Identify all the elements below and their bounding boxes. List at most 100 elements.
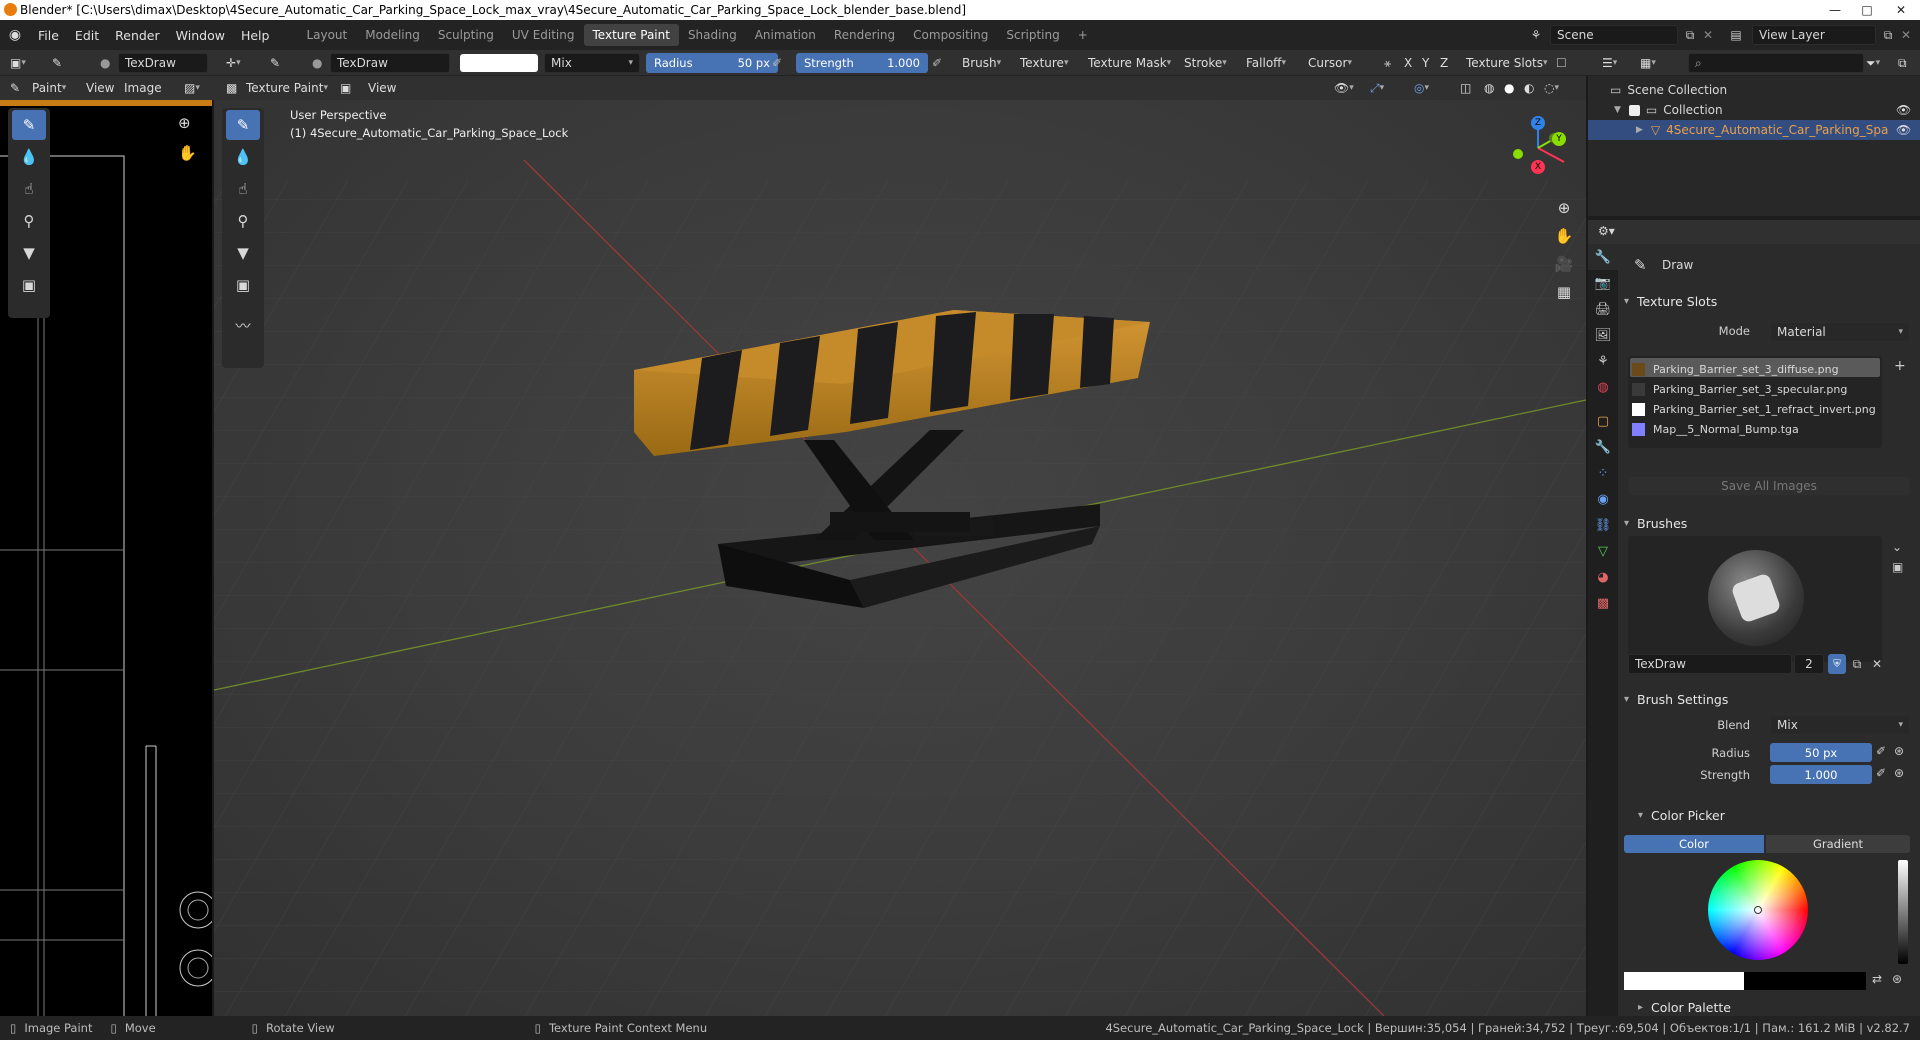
brush-list-expand-icon[interactable]: ⌄ <box>1892 540 1902 554</box>
mask-tool-icon[interactable]: ▣ <box>226 270 260 300</box>
img-draw-tool-icon[interactable]: ✎ <box>12 110 46 140</box>
texture-slot-item[interactable]: Map__5_Normal_Bump.tga <box>1632 420 1878 438</box>
slot-mode-dropdown[interactable]: Material <box>1770 322 1910 342</box>
tab-shading[interactable]: Shading <box>679 24 746 46</box>
new-view-layer-icon[interactable]: ⧉ <box>1878 25 1898 45</box>
outliner-search-input[interactable]: ⌕ <box>1688 53 1864 73</box>
vp-blend-dropdown[interactable]: Mix <box>544 53 640 73</box>
strength-pressure-icon[interactable]: ✐ <box>932 53 942 73</box>
brush-paint-icon[interactable]: ✎ <box>52 53 62 73</box>
img-clone-tool-icon[interactable]: ⚲ <box>12 206 46 236</box>
menu-stroke[interactable]: Stroke <box>1184 53 1227 73</box>
tab-scene-icon[interactable]: ⚘ <box>1588 348 1618 374</box>
delete-scene-icon[interactable]: ✕ <box>1700 25 1716 45</box>
radius-pressure-icon[interactable]: ✐ <box>772 53 782 73</box>
menu-help[interactable]: Help <box>233 28 278 43</box>
value-slider[interactable] <box>1898 860 1908 964</box>
tab-modifier-icon[interactable]: 🔧 <box>1588 434 1618 460</box>
gizmo-y-axis[interactable]: Y <box>1552 132 1566 146</box>
pan-hand-icon[interactable]: ✋ <box>1552 224 1576 248</box>
tab-scripting[interactable]: Scripting <box>997 24 1068 46</box>
texture-slot-item[interactable]: Parking_Barrier_set_3_diffuse.png <box>1632 360 1878 378</box>
shading-rendered-icon[interactable]: ◌ <box>1544 78 1559 98</box>
tab-view-layer-icon[interactable]: 🖼 <box>1588 322 1618 348</box>
filter-icon[interactable]: ⏷ <box>1866 53 1880 73</box>
strength-unit-icon[interactable]: ⊛ <box>1894 766 1904 780</box>
menu-cursor[interactable]: Cursor <box>1308 53 1352 73</box>
menu-texture[interactable]: Texture <box>1020 53 1068 73</box>
delete-view-layer-icon[interactable]: ✕ <box>1898 25 1914 45</box>
color-wheel-cursor[interactable] <box>1754 906 1762 914</box>
editor-type-3d-icon[interactable]: ✛ <box>226 53 241 73</box>
duplicate-brush-icon[interactable]: ⧉ <box>1848 654 1866 674</box>
outliner-scene-collection[interactable]: ▭ Scene Collection <box>1588 80 1920 100</box>
scene-selector[interactable]: Scene <box>1550 25 1678 45</box>
image-browse-icon[interactable]: ▨ <box>184 78 200 98</box>
unified-color-icon[interactable]: ⊛ <box>1892 972 1902 986</box>
zoom-icon[interactable]: ⊕ <box>1552 196 1576 220</box>
image-zoom-icon[interactable]: ⊕ <box>178 114 191 132</box>
brush-color-swatch[interactable] <box>460 54 538 72</box>
tab-modeling[interactable]: Modeling <box>356 24 429 46</box>
radius-unit-icon[interactable]: ⊛ <box>1894 744 1904 758</box>
tab-material-icon[interactable]: ◕ <box>1588 564 1618 590</box>
img-fill-tool-icon[interactable]: ▼ <box>12 238 46 268</box>
mask-toggle-icon[interactable]: ▣ <box>340 78 351 98</box>
symmetry-icon[interactable]: ⚹ <box>1384 53 1391 73</box>
radius-slider[interactable]: Radius 50 px <box>646 53 778 73</box>
collection-checkbox[interactable] <box>1628 104 1640 116</box>
tab-output-icon[interactable]: 🖨 <box>1588 296 1618 322</box>
brush-users-count[interactable]: 2 <box>1794 654 1824 674</box>
image-mode-dropdown[interactable]: Paint <box>32 78 66 98</box>
new-scene-icon[interactable]: ⧉ <box>1680 25 1700 45</box>
tab-data-icon[interactable]: ▽ <box>1588 538 1618 564</box>
shading-material-icon[interactable]: ◐ <box>1524 78 1534 98</box>
fake-user-shield-icon[interactable]: ⛨ <box>1828 654 1846 674</box>
img-mask-tool-icon[interactable]: ▣ <box>12 270 46 300</box>
editor-type-image-icon[interactable]: ▣ <box>10 53 26 73</box>
properties-editor[interactable]: ⚙▾ 🔧 📷 🖨 🖼 ⚘ ◍ ▢ 🔧 ⁘ ◉ ⛓ ▽ ◕ ▩ ✎ Draw Te… <box>1588 220 1920 1040</box>
tab-compositing[interactable]: Compositing <box>904 24 997 46</box>
brush-image-icon[interactable]: ▣ <box>1892 560 1903 574</box>
blend-dropdown[interactable]: Mix <box>1770 715 1910 735</box>
camera-view-icon[interactable]: 🎥 <box>1552 252 1576 276</box>
properties-editor-type-icon[interactable]: ⚙▾ <box>1598 224 1615 238</box>
tab-render-icon[interactable]: 📷 <box>1588 270 1618 296</box>
ortho-grid-icon[interactable]: ▦ <box>1552 280 1576 304</box>
texture-slot-item[interactable]: Parking_Barrier_set_1_refract_invert.png <box>1632 400 1878 418</box>
view-layer-selector[interactable]: View Layer <box>1752 25 1876 45</box>
xray-toggle-icon[interactable]: ◫ <box>1460 78 1471 98</box>
menu-falloff[interactable]: Falloff <box>1246 53 1286 73</box>
tab-layout[interactable]: Layout <box>297 24 356 46</box>
collection-expand-icon[interactable]: ▼ <box>1614 105 1621 115</box>
draw-tool-icon[interactable]: ✎ <box>226 110 260 140</box>
shading-solid-icon[interactable]: ● <box>1504 78 1514 98</box>
menu-render[interactable]: Render <box>107 28 168 43</box>
brushes-panel-header[interactable]: Brushes <box>1624 512 1914 534</box>
tab-texture-paint[interactable]: Texture Paint <box>583 24 679 46</box>
object-expand-icon[interactable]: ▶ <box>1636 125 1643 135</box>
add-workspace-button[interactable]: + <box>1069 24 1097 46</box>
color-picker-panel-header[interactable]: Color Picker <box>1638 804 1920 826</box>
brush-name-field[interactable]: TexDraw <box>1628 654 1792 674</box>
outliner-collection[interactable]: ▼ ▭ Collection 👁 <box>1588 100 1920 120</box>
radius-settings-slider[interactable]: 50 px <box>1770 743 1872 762</box>
maximize-button[interactable]: □ <box>1852 0 1882 20</box>
image-menu-image[interactable]: Image <box>124 78 162 98</box>
color-tab[interactable]: Color <box>1624 835 1764 853</box>
img-soften-tool-icon[interactable]: 💧 <box>12 142 46 172</box>
color-swatch-primary[interactable] <box>1624 972 1744 990</box>
new-collection-icon[interactable]: ⧉ <box>1898 53 1907 73</box>
tab-tool-icon[interactable]: 🔧 <box>1588 244 1618 270</box>
close-window-button[interactable]: ✕ <box>1886 0 1916 20</box>
menu-file[interactable]: File <box>30 28 67 43</box>
tab-world-icon[interactable]: ◍ <box>1588 374 1618 400</box>
strength-slider[interactable]: Strength 1.000 <box>796 53 928 73</box>
img-smear-tool-icon[interactable]: ☝ <box>12 174 46 204</box>
gizmo-x-axis[interactable]: X <box>1531 160 1545 174</box>
texture-slots-panel-header[interactable]: Texture Slots <box>1624 290 1914 312</box>
collection-visibility-eye-icon[interactable]: 👁 <box>1896 103 1911 117</box>
gradient-tab[interactable]: Gradient <box>1766 835 1910 853</box>
image-pan-icon[interactable]: ✋ <box>178 144 197 162</box>
image-brush-selector[interactable]: TexDraw <box>118 53 208 73</box>
